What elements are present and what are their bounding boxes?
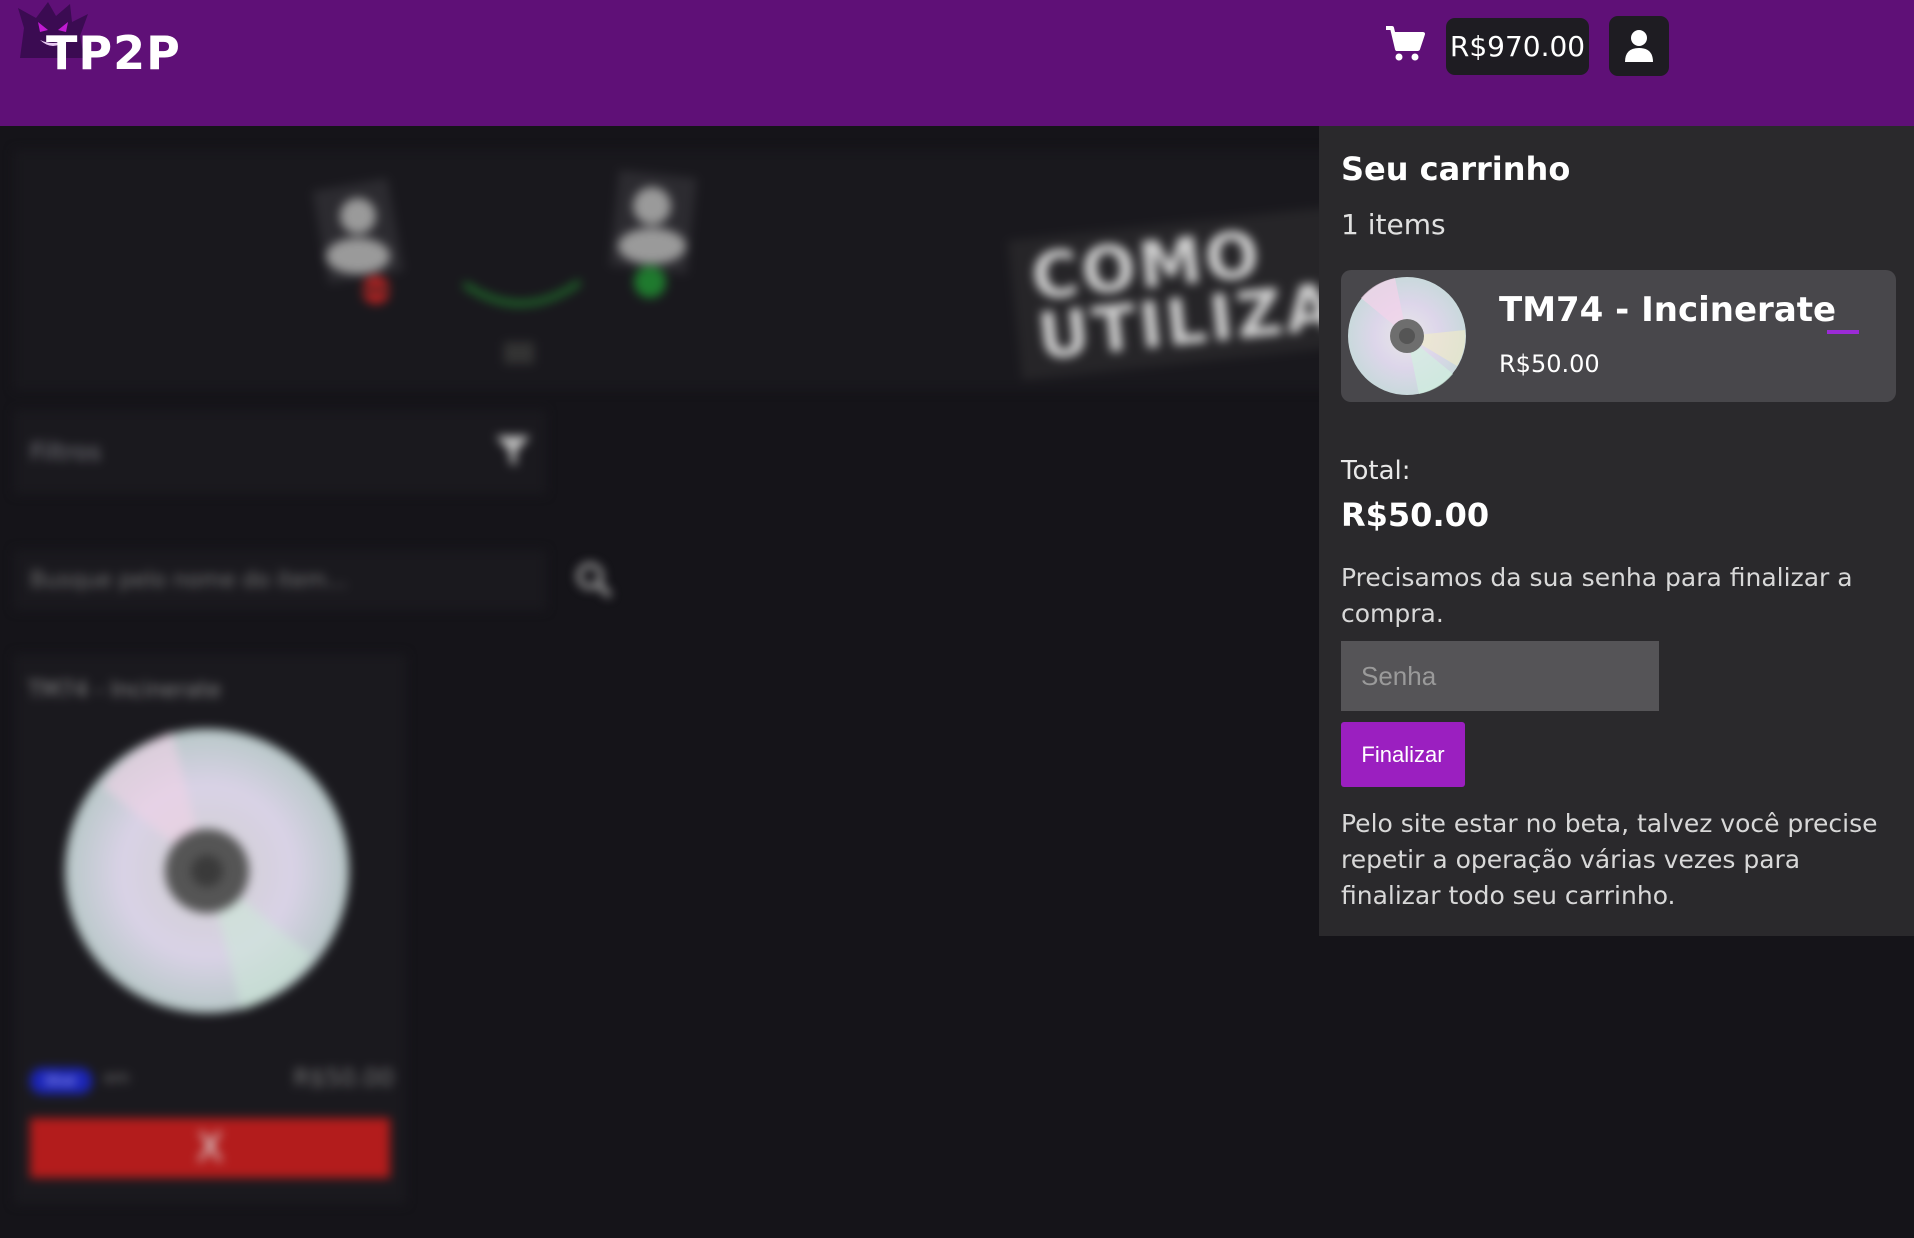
filters-toggle[interactable]: Filtros	[14, 410, 546, 494]
cart-button[interactable]	[1382, 22, 1428, 66]
cart-item-name: TM74 - Incinerate	[1499, 290, 1837, 330]
profile-button[interactable]	[1609, 16, 1669, 76]
cart-item: TM74 - Incinerate R$50.00	[1341, 270, 1896, 402]
cart-item-count: 1 items	[1341, 208, 1446, 241]
how-to-use-banner[interactable]: COMO UTILIZAR	[14, 150, 1444, 390]
total-label: Total:	[1341, 456, 1411, 486]
balance-display: R$970.00	[1446, 18, 1589, 75]
cart-item-price: R$50.00	[1499, 350, 1600, 378]
product-tag-badge: blue	[30, 1068, 92, 1094]
product-card-title: TM74 - Incinerate	[28, 678, 222, 703]
password-prompt: Precisamos da sua senha para finalizar a…	[1341, 563, 1853, 628]
cd-disc-icon	[65, 729, 349, 1013]
beta-note: Pelo site estar no beta, talvez você pre…	[1341, 809, 1878, 910]
filters-label: Filtros	[30, 438, 102, 466]
item-search-input[interactable]	[14, 550, 546, 610]
minus-icon	[1827, 330, 1859, 334]
cd-disc-icon	[1348, 277, 1466, 395]
product-card[interactable]: TM74 - Incinerate blue em R$50.00 X	[14, 654, 406, 1204]
total-value: R$50.00	[1341, 496, 1490, 534]
finish-button[interactable]: Finalizar	[1341, 722, 1465, 787]
search-row	[14, 550, 613, 610]
password-field[interactable]	[1341, 641, 1659, 711]
remove-item-button[interactable]	[1827, 328, 1859, 336]
trade-illustration-icon	[312, 170, 697, 364]
product-card-price: R$50.00	[293, 1064, 394, 1092]
cart-title: Seu carrinho	[1341, 150, 1571, 188]
cart-panel: Seu carrinho 1 items TM74 - Incinerate R…	[1319, 126, 1914, 936]
top-navbar: TP2P R$970.00	[0, 0, 1914, 126]
remove-from-cart-button[interactable]: X	[30, 1118, 390, 1178]
search-icon[interactable]	[574, 560, 614, 600]
user-icon	[1625, 30, 1653, 62]
shopping-cart-icon	[1386, 26, 1425, 61]
logo-text: TP2P	[46, 26, 181, 80]
filter-funnel-icon	[496, 436, 530, 466]
product-card-sub: em	[104, 1068, 130, 1087]
